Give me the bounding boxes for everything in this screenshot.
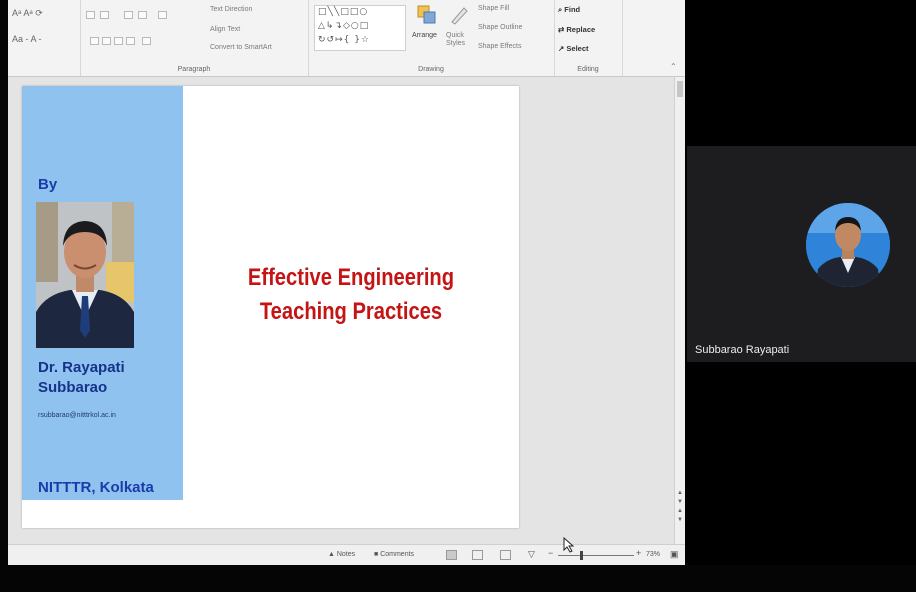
arrange-button[interactable]: Arrange <box>412 32 437 39</box>
editing-group: ⌕ Find ⇄ Replace ↗ Select Editing <box>554 0 623 76</box>
vertical-scrollbar[interactable]: ▲ ▼ ▲ ▼ <box>674 77 685 544</box>
justify-icon[interactable] <box>126 37 135 45</box>
arrange-icon[interactable] <box>416 4 438 26</box>
status-bar: ▲ Notes ■ Comments ▽ − + 73% ▣ <box>8 544 685 565</box>
slide-editing-area: By Dr. Rayapati Subbarao rsubbarao@nittt… <box>8 77 674 544</box>
by-label: By <box>38 176 58 193</box>
slide-title-line-2: Teaching Practices <box>259 298 443 325</box>
fit-to-window-icon[interactable]: ▣ <box>670 549 679 560</box>
increase-indent-icon[interactable] <box>138 11 147 19</box>
select-button[interactable]: ↗ Select <box>558 44 589 53</box>
author-name: Dr. Rayapati Subbarao <box>38 358 125 398</box>
font-color-buttons[interactable]: Aa - A - <box>12 34 42 44</box>
editing-group-label: Editing <box>577 66 599 73</box>
slide-title-line-1: Effective Engineering <box>247 264 455 291</box>
shape-outline-button[interactable]: Shape Outline <box>478 24 522 31</box>
slide-canvas: By Dr. Rayapati Subbarao rsubbarao@nittt… <box>22 86 519 528</box>
numbering-icon[interactable] <box>100 11 109 19</box>
shapes-row-2: △↳↴◇○□ <box>318 21 370 31</box>
find-icon: ⌕ <box>558 5 563 14</box>
normal-view-icon[interactable] <box>446 550 457 560</box>
font-group: Aᵃ Aᵃ ⟳ Aa - A - <box>8 0 81 76</box>
bottom-bar <box>0 565 916 592</box>
shapes-row-1: □╲╲□□○ <box>318 7 369 17</box>
slideshow-icon[interactable]: ▽ <box>528 549 535 560</box>
shapes-row-3: ↻↺↦{ }☆ <box>318 35 371 45</box>
participant-avatar <box>806 203 890 287</box>
presentation-window: Aᵃ Aᵃ ⟳ Aa - A - Text Direction Align Te… <box>8 0 685 565</box>
paragraph-group-label: Paragraph <box>177 66 211 73</box>
collapse-ribbon-icon[interactable]: ⌃ <box>670 62 677 71</box>
bullets-icon[interactable] <box>86 11 95 19</box>
zoom-slider[interactable] <box>558 555 634 556</box>
shapes-gallery[interactable]: □╲╲□□○ △↳↴◇○□ ↻↺↦{ }☆ <box>314 5 406 51</box>
text-direction-button[interactable]: Text Direction <box>210 6 252 13</box>
drawing-group: □╲╲□□○ △↳↴◇○□ ↻↺↦{ }☆ Arrange Quick Styl… <box>308 0 555 76</box>
quick-styles-icon[interactable] <box>448 4 470 26</box>
select-icon: ↗ <box>558 44 565 53</box>
zoom-level[interactable]: 73% <box>646 551 660 558</box>
scrollbar-thumb[interactable] <box>677 81 683 97</box>
author-panel: By Dr. Rayapati Subbarao rsubbarao@nittt… <box>22 86 183 500</box>
replace-icon: ⇄ <box>558 25 565 34</box>
ribbon: Aᵃ Aᵃ ⟳ Aa - A - Text Direction Align Te… <box>8 0 685 77</box>
align-left-icon[interactable] <box>90 37 99 45</box>
shape-effects-button[interactable]: Shape Effects <box>478 43 521 50</box>
line-spacing-icon[interactable] <box>158 11 167 19</box>
zoom-in-icon[interactable]: + <box>636 548 641 558</box>
align-center-icon[interactable] <box>102 37 111 45</box>
notes-button[interactable]: ▲ Notes <box>328 551 355 558</box>
author-photo <box>36 202 134 348</box>
find-button[interactable]: ⌕ Find <box>558 5 580 15</box>
slide-sorter-icon[interactable] <box>472 550 483 560</box>
reading-view-icon[interactable] <box>500 550 511 560</box>
zoom-slider-thumb[interactable] <box>580 551 583 560</box>
author-name-line-1: Dr. Rayapati <box>38 359 125 376</box>
paragraph-group: Text Direction Align Text Convert to Sma… <box>80 0 309 76</box>
comments-button[interactable]: ■ Comments <box>374 551 414 558</box>
author-name-line-2: Subbarao <box>38 379 108 396</box>
author-email: rsubbarao@nitttrkol.ac.in <box>38 412 116 419</box>
columns-icon[interactable] <box>142 37 151 45</box>
align-text-button[interactable]: Align Text <box>210 26 240 33</box>
drawing-group-label: Drawing <box>418 66 444 73</box>
participant-video-tile[interactable]: Subbarao Rayapati <box>687 146 916 362</box>
slide-nav-arrows[interactable]: ▲ ▼ ▲ ▼ <box>677 489 683 525</box>
quick-styles-button[interactable]: Quick Styles <box>446 32 470 48</box>
shape-fill-button[interactable]: Shape Fill <box>478 5 509 12</box>
replace-button[interactable]: ⇄ Replace <box>558 25 595 34</box>
zoom-out-icon[interactable]: − <box>548 548 553 558</box>
mouse-cursor-icon <box>563 536 575 553</box>
convert-smartart-button[interactable]: Convert to SmartArt <box>210 44 272 51</box>
font-size-buttons[interactable]: Aᵃ Aᵃ ⟳ <box>12 8 43 19</box>
participant-name: Subbarao Rayapati <box>695 344 790 356</box>
institute-name: NITTTR, Kolkata <box>38 479 154 496</box>
comments-icon: ■ <box>374 551 379 558</box>
align-right-icon[interactable] <box>114 37 123 45</box>
slide-title: Effective Engineering Teaching Practices <box>210 261 492 329</box>
decrease-indent-icon[interactable] <box>124 11 133 19</box>
